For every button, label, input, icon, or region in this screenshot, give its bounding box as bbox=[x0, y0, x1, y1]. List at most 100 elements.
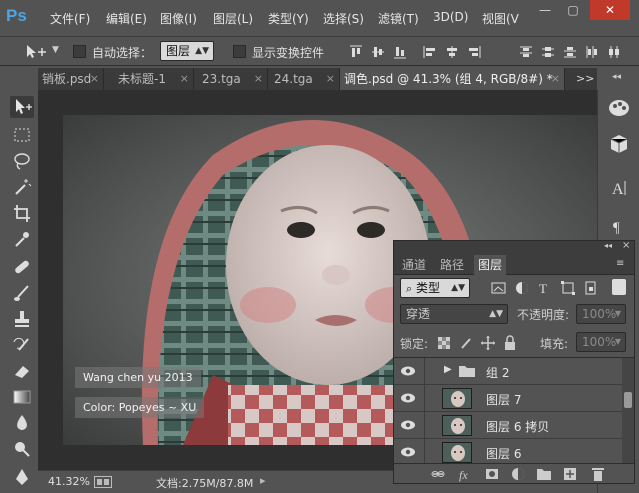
move-tool-icon[interactable] bbox=[24, 44, 48, 60]
close-icon[interactable]: × bbox=[326, 68, 335, 90]
panel-menu-icon[interactable]: ≡ bbox=[616, 258, 624, 269]
layer-row-layer-6-copy[interactable]: 图层 6 拷贝 bbox=[394, 412, 622, 439]
pen-tool[interactable] bbox=[10, 466, 34, 488]
clone-stamp-tool[interactable] bbox=[10, 308, 34, 330]
layer-row-layer-7[interactable]: 图层 7 bbox=[394, 385, 622, 412]
scrollbar-thumb[interactable] bbox=[624, 392, 632, 408]
filter-adjustment-icon[interactable] bbox=[513, 280, 531, 296]
tab-channels[interactable]: 通道 bbox=[398, 255, 430, 275]
tab-document-1[interactable]: 销板.psd × bbox=[38, 68, 104, 90]
blend-mode-dropdown[interactable]: 穿透 ▲▼ bbox=[400, 304, 508, 324]
fill-input[interactable]: 100% ▼ bbox=[576, 332, 626, 352]
adjustment-layer-icon[interactable] bbox=[510, 466, 526, 482]
tab-layers[interactable]: 图层 bbox=[474, 255, 507, 275]
align-left-icon[interactable] bbox=[423, 45, 437, 59]
color-palette-icon[interactable] bbox=[606, 96, 632, 120]
menu-type[interactable]: 类型(Y) bbox=[268, 10, 309, 27]
gradient-tool[interactable] bbox=[10, 386, 34, 408]
menu-file[interactable]: 文件(F) bbox=[50, 10, 90, 27]
crop-tool[interactable] bbox=[10, 202, 34, 224]
eye-icon[interactable] bbox=[400, 392, 416, 404]
healing-brush-tool[interactable] bbox=[10, 256, 34, 278]
status-expand-arrow-icon[interactable]: ▸ bbox=[260, 474, 266, 487]
3d-cube-icon[interactable] bbox=[606, 132, 632, 156]
restore-button[interactable]: ▢ bbox=[560, 0, 586, 20]
tab-document-active[interactable]: 调色.psd @ 41.3% (组 4, RGB/8#) * × bbox=[340, 68, 565, 90]
tab-document-4[interactable]: 24.tga × bbox=[270, 68, 340, 90]
layer-row-layer-6[interactable]: 图层 6 bbox=[394, 439, 622, 463]
add-mask-icon[interactable] bbox=[484, 466, 500, 482]
close-icon[interactable]: × bbox=[254, 68, 263, 90]
expand-arrow-icon[interactable]: ▶ bbox=[444, 364, 452, 375]
opacity-input[interactable]: 100% ▼ bbox=[576, 304, 626, 324]
menu-3d[interactable]: 3D(D) bbox=[433, 10, 468, 24]
lock-all-icon[interactable] bbox=[502, 335, 518, 351]
distribute-left-icon[interactable] bbox=[585, 45, 599, 59]
distribute-top-icon[interactable] bbox=[519, 45, 533, 59]
lock-position-icon[interactable] bbox=[480, 335, 496, 351]
filter-pixel-icon[interactable] bbox=[490, 280, 508, 296]
filter-type-icon[interactable]: T bbox=[536, 280, 554, 296]
brush-tool[interactable] bbox=[10, 282, 34, 304]
align-top-icon[interactable] bbox=[349, 45, 363, 59]
zoom-level[interactable]: 41.32% bbox=[48, 475, 90, 488]
eraser-tool[interactable] bbox=[10, 360, 34, 382]
menu-view[interactable]: 视图(V bbox=[482, 10, 519, 27]
menu-image[interactable]: 图像(I) bbox=[160, 10, 197, 27]
move-tool[interactable] bbox=[10, 96, 34, 118]
align-vcenter-icon[interactable] bbox=[371, 45, 385, 59]
lasso-tool[interactable] bbox=[10, 150, 34, 172]
eye-icon[interactable] bbox=[400, 419, 416, 431]
close-button[interactable]: ✕ bbox=[590, 0, 630, 20]
dock-collapse-icon[interactable]: ◂◂ bbox=[612, 72, 621, 82]
filter-toggle-button[interactable] bbox=[612, 279, 626, 295]
eyedropper-tool[interactable] bbox=[10, 228, 34, 250]
align-right-icon[interactable] bbox=[467, 45, 481, 59]
distribute-hcenter-icon[interactable] bbox=[607, 45, 621, 59]
dodge-tool[interactable] bbox=[10, 438, 34, 460]
tabs-overflow-button[interactable]: >> bbox=[576, 72, 594, 85]
minimize-button[interactable]: — bbox=[532, 0, 558, 20]
eye-icon[interactable] bbox=[400, 446, 416, 458]
filter-shape-icon[interactable] bbox=[559, 280, 577, 296]
layer-row-group-2[interactable]: ▶ 组 2 bbox=[394, 358, 622, 385]
layer-filter-dropdown[interactable]: ⌕ 类型 ▲▼ bbox=[400, 278, 470, 298]
character-panel-icon[interactable]: A bbox=[606, 176, 632, 200]
paragraph-panel-icon[interactable]: ¶ bbox=[606, 214, 632, 238]
lock-pixels-icon[interactable] bbox=[458, 335, 474, 351]
tab-paths[interactable]: 路径 bbox=[436, 255, 468, 275]
marquee-tool[interactable] bbox=[10, 124, 34, 146]
fx-icon[interactable]: fx bbox=[458, 466, 474, 482]
history-brush-tool[interactable] bbox=[10, 334, 34, 356]
menu-select[interactable]: 选择(S) bbox=[323, 10, 364, 27]
magic-wand-tool[interactable] bbox=[10, 176, 34, 198]
trash-icon[interactable] bbox=[590, 466, 606, 482]
menu-layer[interactable]: 图层(L) bbox=[213, 10, 253, 27]
eye-icon[interactable] bbox=[400, 365, 416, 377]
tab-document-3[interactable]: 23.tga × bbox=[198, 68, 268, 90]
filter-smart-object-icon[interactable] bbox=[582, 280, 600, 296]
close-icon[interactable]: × bbox=[180, 68, 189, 90]
distribute-vcenter-icon[interactable] bbox=[541, 45, 555, 59]
tool-preset-chevron-icon[interactable]: ▼ bbox=[52, 45, 59, 55]
close-icon[interactable]: × bbox=[551, 68, 560, 90]
distribute-bottom-icon[interactable] bbox=[563, 45, 577, 59]
blur-tool[interactable] bbox=[10, 412, 34, 434]
tab-document-2[interactable]: 未标题-1 × bbox=[114, 68, 194, 90]
show-transform-checkbox[interactable] bbox=[233, 45, 246, 58]
align-bottom-icon[interactable] bbox=[393, 45, 407, 59]
menu-edit[interactable]: 编辑(E) bbox=[106, 10, 147, 27]
panel-collapse-icon[interactable]: ◂◂ bbox=[604, 241, 612, 250]
auto-select-dropdown[interactable]: 图层 ▲▼ bbox=[160, 41, 214, 61]
layer-list-scrollbar[interactable] bbox=[622, 358, 634, 463]
menu-filter[interactable]: 滤镜(T) bbox=[378, 10, 419, 27]
auto-select-checkbox[interactable] bbox=[73, 45, 86, 58]
align-hcenter-icon[interactable] bbox=[445, 45, 459, 59]
link-layers-icon[interactable] bbox=[430, 466, 446, 482]
new-group-icon[interactable] bbox=[536, 466, 552, 482]
close-icon[interactable]: × bbox=[90, 68, 99, 90]
new-layer-icon[interactable] bbox=[562, 466, 578, 482]
lock-transparent-icon[interactable] bbox=[436, 335, 452, 351]
status-info-icon[interactable] bbox=[94, 476, 112, 488]
panel-close-icon[interactable]: × bbox=[622, 240, 630, 251]
